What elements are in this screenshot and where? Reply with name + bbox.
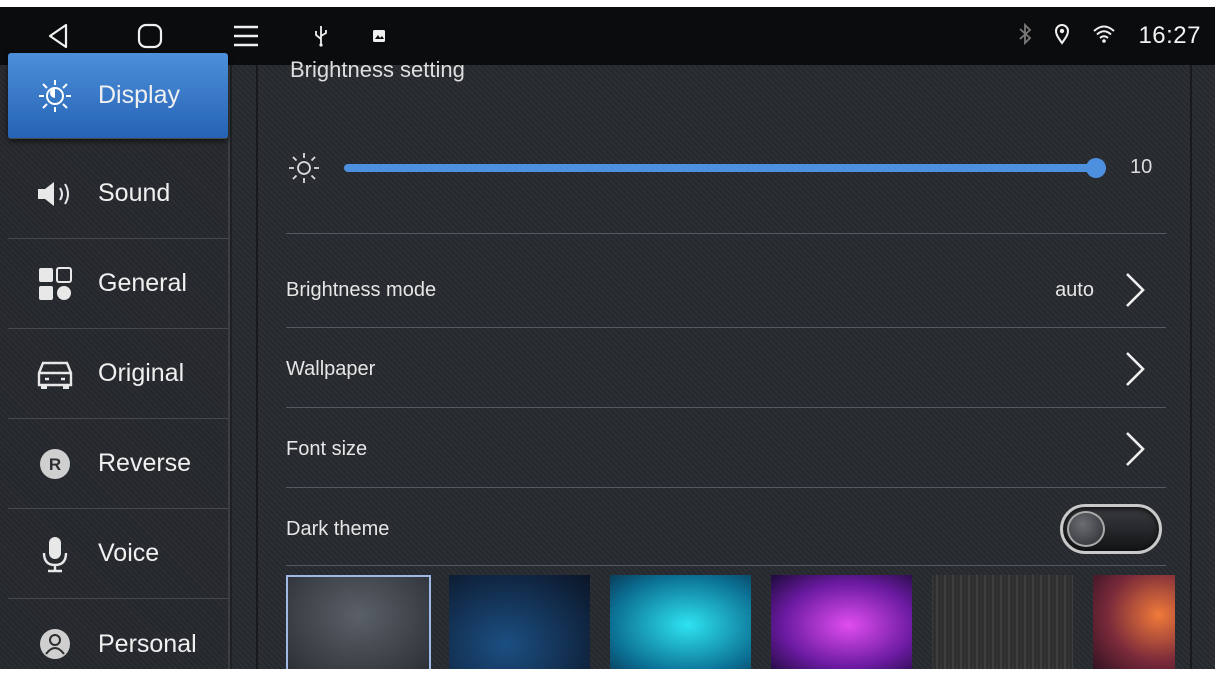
- divider: [286, 487, 1166, 488]
- divider: [286, 327, 1166, 328]
- sun-icon: [30, 76, 80, 116]
- sidebar-item-label: Reverse: [98, 449, 192, 477]
- dark-theme-toggle[interactable]: [1060, 504, 1162, 554]
- wallpaper-thumb-4[interactable]: [771, 575, 912, 669]
- car-icon: [30, 354, 80, 394]
- brightness-mode-row[interactable]: Brightness mode auto: [286, 251, 1166, 329]
- dark-theme-label: Dark theme: [286, 517, 390, 540]
- clock: 16:27: [1138, 22, 1201, 49]
- grid-icon: [30, 264, 80, 304]
- sidebar-item-label: Personal: [98, 629, 197, 658]
- sidebar-item-reverse[interactable]: R Reverse: [8, 419, 228, 509]
- chevron-right-icon: [1124, 430, 1146, 473]
- brightness-value: 10: [1130, 156, 1153, 178]
- panel-border-left: [256, 65, 258, 669]
- sidebar-item-label: General: [98, 269, 187, 297]
- brightness-sun-icon: [286, 150, 322, 191]
- wallpaper-thumbnails: [286, 575, 1186, 669]
- sidebar-item-personal[interactable]: Personal: [8, 599, 228, 669]
- brightness-slider-track[interactable]: [344, 164, 1094, 172]
- wallpaper-thumb-1[interactable]: [286, 575, 431, 669]
- font-size-label: Font size: [286, 437, 368, 460]
- person-icon: [30, 624, 80, 664]
- wallpaper-thumb-5[interactable]: [932, 575, 1073, 669]
- brightness-slider-handle[interactable]: [1086, 158, 1106, 178]
- section-title: Brightness setting: [290, 57, 465, 82]
- divider: [286, 407, 1166, 408]
- wallpaper-thumb-2[interactable]: [449, 575, 590, 669]
- panel-border-right: [1190, 65, 1192, 669]
- font-size-row[interactable]: Font size: [286, 410, 1166, 488]
- sidebar-item-label: Voice: [98, 539, 160, 567]
- wifi-icon: [1092, 24, 1116, 49]
- svg-text:R: R: [49, 455, 61, 474]
- wallpaper-row[interactable]: Wallpaper: [286, 330, 1166, 408]
- brightness-slider-row: 10: [286, 137, 1166, 197]
- sidebar-item-original[interactable]: Original: [8, 329, 228, 419]
- reverse-r-icon: R: [30, 444, 80, 484]
- sidebar-item-general[interactable]: General: [8, 239, 228, 329]
- sidebar-item-display[interactable]: Display: [8, 53, 228, 139]
- wallpaper-thumb-3[interactable]: [610, 575, 751, 669]
- chevron-right-icon: [1124, 271, 1146, 314]
- speaker-icon: [30, 174, 80, 214]
- sidebar: Display Sound General Original R Reverse: [0, 53, 230, 669]
- sidebar-item-sound[interactable]: Sound: [8, 149, 228, 239]
- bluetooth-icon: [1018, 22, 1032, 50]
- sidebar-item-label: Original: [98, 359, 185, 387]
- divider: [286, 233, 1166, 234]
- sidebar-item-label: Display: [98, 81, 180, 109]
- chevron-right-icon: [1124, 350, 1146, 393]
- settings-panel: Brightness setting 10 Brightness mode au…: [232, 57, 1215, 669]
- wallpaper-label: Wallpaper: [286, 357, 376, 380]
- toggle-knob: [1067, 511, 1105, 547]
- screen: 16:27 Display Sound General Original R R…: [0, 7, 1215, 669]
- brightness-mode-value: auto: [1055, 278, 1094, 301]
- wallpaper-thumb-6[interactable]: [1093, 575, 1175, 669]
- dark-theme-row: Dark theme: [286, 490, 1166, 568]
- sidebar-item-voice[interactable]: Voice: [8, 509, 228, 599]
- brightness-mode-label: Brightness mode: [286, 278, 437, 301]
- location-icon: [1054, 23, 1070, 50]
- microphone-icon: [30, 534, 80, 574]
- divider: [286, 565, 1166, 566]
- sidebar-item-label: Sound: [98, 179, 171, 207]
- menu-icon[interactable]: [226, 7, 266, 65]
